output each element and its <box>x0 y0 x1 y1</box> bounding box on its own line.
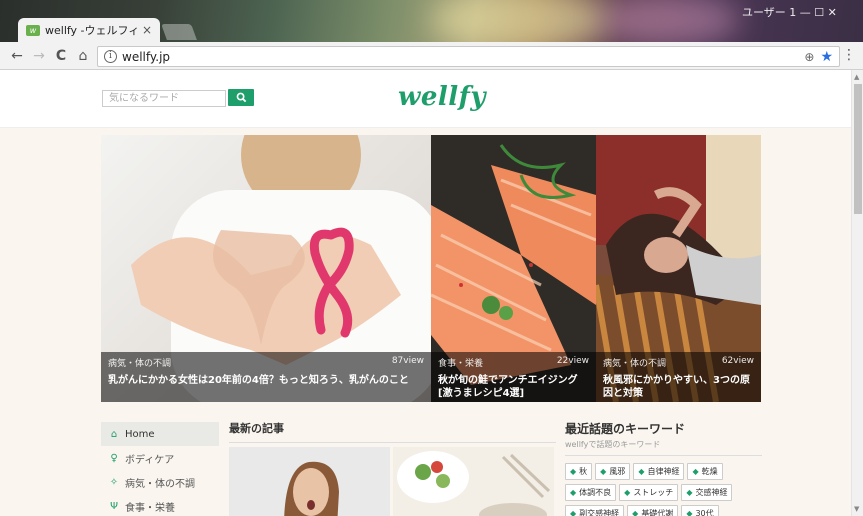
figure-icon: ♀ <box>110 452 118 464</box>
search-button[interactable] <box>228 89 254 106</box>
tag-icon: ◆ <box>570 488 577 497</box>
browser-titlebar: w wellfy -ウェルフィー | ヘルス × ユーザー 1 — ☐ ✕ <box>0 0 863 42</box>
thumbnail-salad <box>393 447 554 516</box>
hero-title[interactable]: 秋風邪にかかりやすい、3つの原因と対策 <box>603 374 754 400</box>
keyword-tags: ◆ 秋 ◆ 風邪 ◆ 自律神経 ◆ 乾燥 ◆ 体調不良 ◆ ストレッチ ◆ 交感神経 ◆ 副交感… <box>565 463 762 516</box>
pill-icon: ✧ <box>109 476 119 488</box>
new-tab-button[interactable] <box>161 24 197 40</box>
hero-views: 62view <box>721 356 754 366</box>
keyword-tag[interactable]: ◆ 30代 <box>681 505 719 516</box>
section-title: 最新の記事 <box>229 420 556 443</box>
fork-knife-icon: Ψ <box>110 500 118 512</box>
reload-icon[interactable]: C <box>50 48 72 64</box>
titlebar-glow <box>600 0 740 42</box>
search-input[interactable] <box>102 90 226 107</box>
tab-title: wellfy -ウェルフィー | ヘルス <box>45 24 138 37</box>
tag-icon: ◆ <box>686 488 693 497</box>
home-icon: ⌂ <box>110 428 118 440</box>
thumbnail-surprised-woman <box>229 447 390 516</box>
tag-label: 風邪 <box>609 467 626 476</box>
keyword-tag[interactable]: ◆ 秋 <box>565 463 593 480</box>
scrollbar-thumb[interactable] <box>854 84 862 214</box>
trending-keywords: 最近話題のキーワード wellfyで話題のキーワード ◆ 秋 ◆ 風邪 ◆ 自律神経 … <box>565 420 762 516</box>
sidebar-item-label: 病気・体の不調 <box>125 478 195 490</box>
hero-article-1[interactable]: 病気・体の不調 87view 乳がんにかかる女性は20年前の4倍？もっと知ろう、… <box>101 135 431 402</box>
bookmark-star-icon[interactable]: ★ <box>820 49 833 65</box>
titlebar-glow <box>430 0 610 42</box>
browser-tab[interactable]: w wellfy -ウェルフィー | ヘルス × <box>18 18 160 42</box>
browser-toolbar: ← → C ⌂ i wellfy.jp ⊕ ★ ⋮ <box>0 42 863 70</box>
tag-icon: ◆ <box>692 467 699 476</box>
keywords-title: 最近話題のキーワード <box>565 422 686 436</box>
sidebar-item-illness[interactable]: ✧ 病気・体の不調 <box>101 470 219 494</box>
keyword-tag[interactable]: ◆ 交感神経 <box>681 484 733 501</box>
hero-article-3[interactable]: 病気・体の不調 62view 秋風邪にかかりやすい、3つの原因と対策 <box>596 135 761 402</box>
keyword-tag[interactable]: ◆ 乾燥 <box>687 463 723 480</box>
hero-article-2[interactable]: 食事・栄養 22view 秋が旬の鮭でアンチエイジング[激うまレシピ4選] <box>431 135 596 402</box>
sidebar-item-bodycare[interactable]: ♀ ボディケア <box>101 446 219 470</box>
tag-label: 自律神経 <box>647 467 680 476</box>
sidebar-item-label: 食事・栄養 <box>125 502 175 514</box>
tag-label: 副交感神経 <box>579 509 620 516</box>
hero-caption: 食事・栄養 22view 秋が旬の鮭でアンチエイジング[激うまレシピ4選] <box>431 352 596 402</box>
url-text[interactable]: wellfy.jp <box>122 50 170 64</box>
hero-caption: 病気・体の不調 62view 秋風邪にかかりやすい、3つの原因と対策 <box>596 352 761 402</box>
category-sidebar: ⌂ Home ♀ ボディケア ✧ 病気・体の不調 Ψ 食事・栄養 <box>101 422 219 516</box>
site-info-icon[interactable]: i <box>104 50 117 63</box>
article-thumbnail[interactable] <box>229 447 390 516</box>
hero-category[interactable]: 食事・栄養 <box>438 356 483 369</box>
hero-views: 87view <box>391 356 424 366</box>
tag-label: 交感神経 <box>695 488 728 497</box>
scroll-up-icon[interactable]: ▲ <box>854 73 859 81</box>
tag-icon: ◆ <box>624 488 631 497</box>
home-icon[interactable]: ⌂ <box>72 48 94 64</box>
tag-icon: ◆ <box>686 509 693 516</box>
hero-category[interactable]: 病気・体の不調 <box>603 356 666 369</box>
sidebar-item-label: ボディケア <box>125 454 175 466</box>
tag-label: 基礎代謝 <box>641 509 674 516</box>
article-thumbnails <box>229 447 554 516</box>
window-controls[interactable]: ユーザー 1 — ☐ ✕ <box>742 4 837 20</box>
hero-title[interactable]: 乳がんにかかる女性は20年前の4倍？もっと知ろう、乳がんのこと <box>108 374 424 387</box>
hero-views: 22view <box>556 356 589 366</box>
search-icon <box>236 92 246 103</box>
tag-icon: ◆ <box>600 467 607 476</box>
keyword-tag[interactable]: ◆ 風邪 <box>595 463 631 480</box>
tag-label: ストレッチ <box>633 488 674 497</box>
tag-icon: ◆ <box>570 509 577 516</box>
back-icon[interactable]: ← <box>6 48 28 64</box>
keyword-tag[interactable]: ◆ ストレッチ <box>619 484 679 501</box>
keyword-tag[interactable]: ◆ 自律神経 <box>633 463 685 480</box>
keyword-tag[interactable]: ◆ 体調不良 <box>565 484 617 501</box>
hero-title[interactable]: 秋が旬の鮭でアンチエイジング[激うまレシピ4選] <box>438 374 589 400</box>
tag-icon: ◆ <box>632 509 639 516</box>
keyword-tag[interactable]: ◆ 基礎代謝 <box>627 505 679 516</box>
tag-icon: ◆ <box>638 467 645 476</box>
zoom-icon[interactable]: ⊕ <box>804 50 814 64</box>
page-viewport: wellfy 病気・体の不調 87view 乳がんにかかる女性は20年前の4倍？… <box>0 70 851 516</box>
keyword-tag[interactable]: ◆ 副交感神経 <box>565 505 625 516</box>
page-scrollbar[interactable]: ▲ ▼ <box>851 70 863 516</box>
tag-label: 30代 <box>695 509 714 516</box>
site-header: wellfy <box>0 70 851 128</box>
sidebar-item-label: Home <box>125 428 155 440</box>
tag-label: 乾燥 <box>701 467 718 476</box>
tag-label: 秋 <box>579 467 588 476</box>
address-bar[interactable]: i wellfy.jp ⊕ ★ <box>97 46 840 67</box>
browser-menu-icon[interactable]: ⋮ <box>842 48 856 62</box>
hero-caption: 病気・体の不調 87view 乳がんにかかる女性は20年前の4倍？もっと知ろう、… <box>101 352 431 402</box>
latest-articles: 最新の記事 <box>229 420 556 516</box>
tag-icon: ◆ <box>570 467 577 476</box>
site-logo[interactable]: wellfy <box>398 82 486 112</box>
sidebar-item-food[interactable]: Ψ 食事・栄養 <box>101 494 219 516</box>
tab-close-icon[interactable]: × <box>142 23 152 37</box>
article-thumbnail[interactable] <box>393 447 554 516</box>
hero-category[interactable]: 病気・体の不調 <box>108 356 171 369</box>
sidebar-item-home[interactable]: ⌂ Home <box>101 422 219 446</box>
tag-label: 体調不良 <box>579 488 612 497</box>
keywords-subtitle: wellfyで話題のキーワード <box>565 439 762 456</box>
forward-icon[interactable]: → <box>28 48 50 64</box>
scroll-down-icon[interactable]: ▼ <box>854 505 859 513</box>
wellfy-favicon-icon: w <box>26 24 40 36</box>
